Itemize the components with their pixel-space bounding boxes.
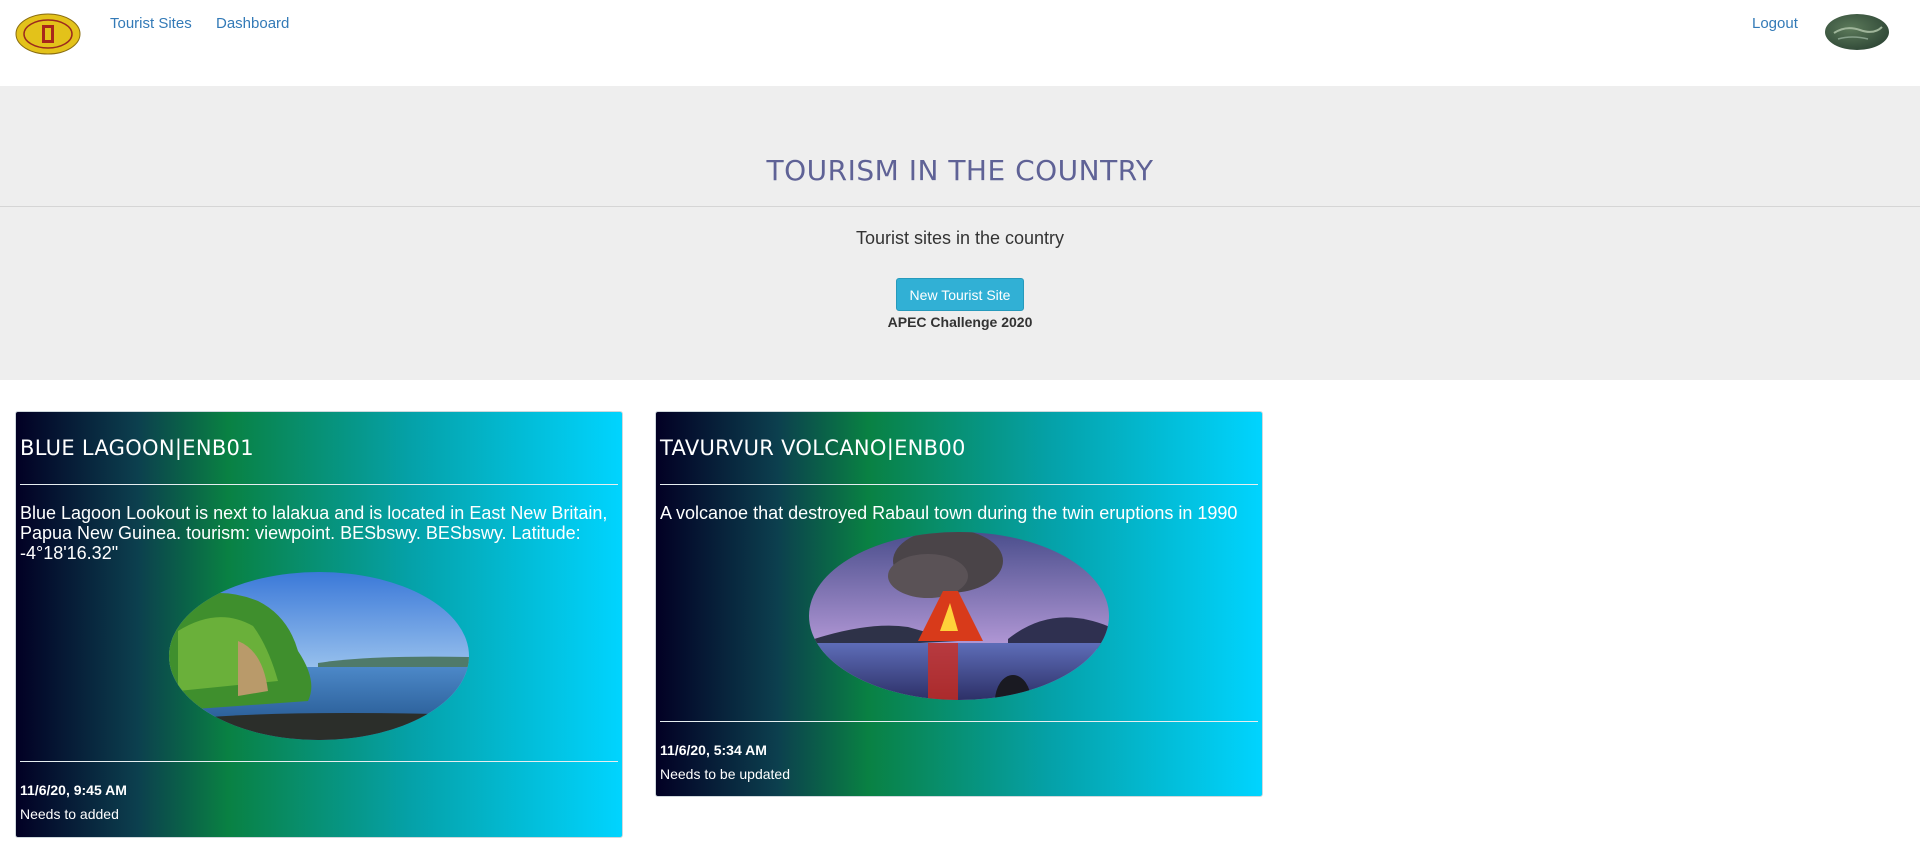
card-divider bbox=[20, 484, 618, 485]
site-date: 11/6/20, 9:45 AM bbox=[20, 782, 127, 798]
card-divider bbox=[660, 484, 1258, 485]
logout-link[interactable]: Logout bbox=[1752, 15, 1798, 32]
site-photo[interactable] bbox=[808, 531, 1110, 701]
page-subtitle: Tourist sites in the country bbox=[855, 228, 1065, 248]
site-status: Needs to added bbox=[20, 806, 119, 822]
site-title: BLUE LAGOON|ENB01 bbox=[20, 436, 254, 460]
site-photo[interactable] bbox=[168, 571, 470, 741]
tourist-site-card[interactable]: TAVURVUR VOLCANO|ENB00 A volcanoe that d… bbox=[655, 411, 1263, 797]
card-divider bbox=[660, 721, 1258, 722]
user-avatar[interactable] bbox=[1824, 13, 1890, 51]
hero-divider bbox=[0, 206, 1920, 207]
navbar: Tourist Sites Dashboard Logout bbox=[0, 0, 1920, 86]
tourist-site-card[interactable]: BLUE LAGOON|ENB01 Blue Lagoon Lookout is… bbox=[15, 411, 623, 838]
site-title: TAVURVUR VOLCANO|ENB00 bbox=[660, 436, 966, 460]
site-status: Needs to be updated bbox=[660, 766, 790, 782]
new-tourist-site-button[interactable]: New Tourist Site bbox=[896, 278, 1024, 311]
tagline: APEC Challenge 2020 bbox=[887, 314, 1033, 330]
nav-link-tourist-sites[interactable]: Tourist Sites bbox=[110, 15, 192, 32]
card-divider bbox=[20, 761, 618, 762]
site-date: 11/6/20, 5:34 AM bbox=[660, 742, 767, 758]
page-title: TOURISM IN THE COUNTRY bbox=[766, 154, 1154, 187]
site-description: Blue Lagoon Lookout is next to lalakua a… bbox=[20, 503, 608, 563]
nav-link-dashboard[interactable]: Dashboard bbox=[216, 15, 289, 32]
site-description: A volcanoe that destroyed Rabaul town du… bbox=[660, 503, 1238, 523]
hero-section: TOURISM IN THE COUNTRY Tourist sites in … bbox=[0, 86, 1920, 380]
emblem-logo[interactable] bbox=[15, 13, 81, 55]
